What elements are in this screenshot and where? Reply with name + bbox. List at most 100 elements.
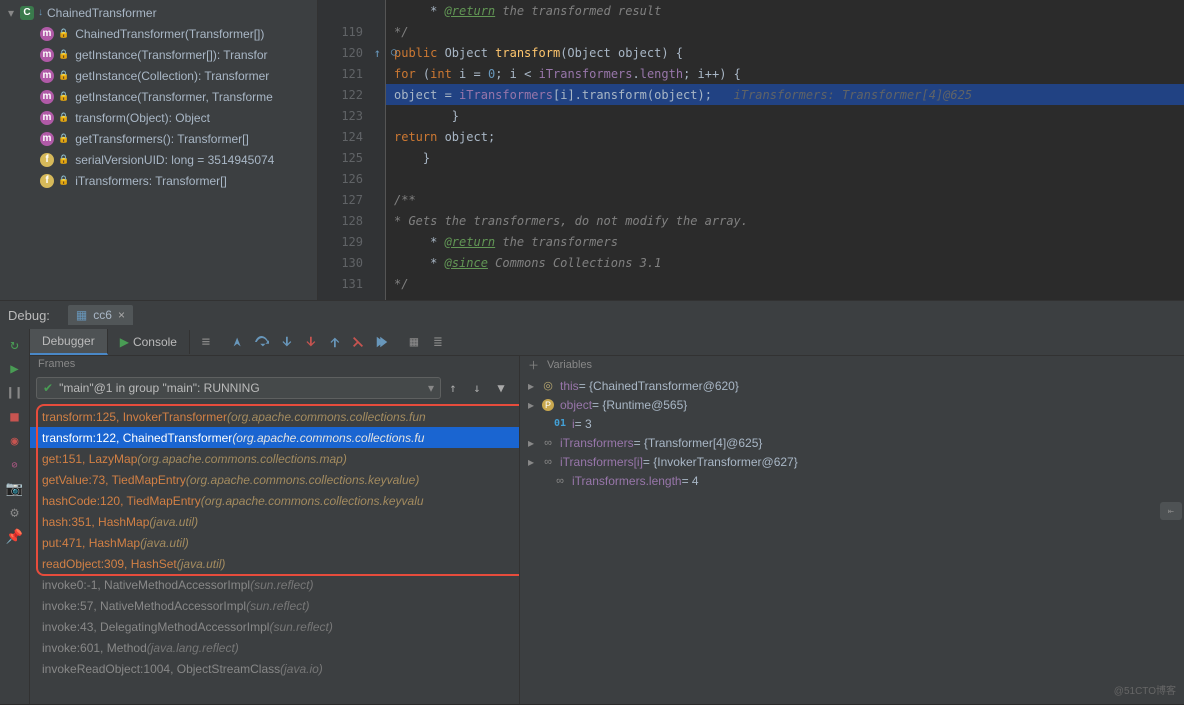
var-row[interactable]: ▸Pobject = {Runtime@565} — [520, 395, 1184, 414]
drop-frame-icon[interactable] — [346, 330, 370, 354]
frame-item[interactable]: invoke:601, Method (java.lang.reflect) — [30, 637, 519, 658]
frame-item[interactable]: get:151, LazyMap (org.apache.commons.col… — [30, 448, 519, 469]
line-number[interactable]: 119 — [318, 21, 385, 42]
editor-code[interactable]: * @return the transformed result */ publ… — [386, 0, 1184, 300]
tree-item[interactable]: m🔒getInstance(Transformer, Transforme — [0, 86, 317, 107]
tree-item[interactable]: m🔒getInstance(Collection): Transformer — [0, 65, 317, 86]
expand-icon[interactable] — [8, 6, 20, 20]
tab-console[interactable]: ▶Console — [108, 330, 190, 354]
play-icon: ▶ — [120, 335, 129, 349]
expand-icon[interactable]: ▸ — [528, 398, 540, 412]
line-number[interactable]: 127 — [318, 189, 385, 210]
tree-item[interactable]: m🔒getInstance(Transformer[]): Transfor — [0, 44, 317, 65]
var-row[interactable]: ▸∞iTransformers[i] = {InvokerTransformer… — [520, 452, 1184, 471]
frame-item[interactable]: hash:351, HashMap (java.util) — [30, 511, 519, 532]
line-number[interactable]: 131 — [318, 273, 385, 294]
frame-item[interactable]: invokeReadObject:1004, ObjectStreamClass… — [30, 658, 519, 679]
pin-icon[interactable]: 📌 — [5, 525, 25, 549]
tree-item[interactable]: m🔒ChainedTransformer(Transformer[]) — [0, 23, 317, 44]
prev-frame-icon[interactable]: ↑ — [441, 376, 465, 400]
tab-debugger[interactable]: Debugger — [30, 329, 108, 355]
var-row[interactable]: ▸◎this = {ChainedTransformer@620} — [520, 376, 1184, 395]
evaluate-icon[interactable]: ▦ — [402, 330, 426, 354]
frame-item[interactable]: getValue:73, TiedMapEntry (org.apache.co… — [30, 469, 519, 490]
mute-bp-icon[interactable]: ⊘ — [5, 453, 25, 477]
frame-list[interactable]: transform:125, InvokerTransformer (org.a… — [30, 402, 519, 704]
tree-item[interactable]: m🔒transform(Object): Object — [0, 107, 317, 128]
code-line[interactable]: return object; — [386, 126, 1184, 147]
expand-icon[interactable]: ▸ — [528, 455, 540, 469]
threads-icon[interactable]: ≡ — [194, 330, 218, 354]
line-number[interactable]: 130 — [318, 252, 385, 273]
override-up-icon[interactable]: ↑ — [374, 46, 381, 60]
force-step-into-icon[interactable] — [298, 330, 322, 354]
line-number[interactable]: 123 — [318, 105, 385, 126]
line-number[interactable]: 122 — [318, 84, 385, 105]
trace-icon[interactable]: ≣ — [426, 330, 450, 354]
code-line[interactable]: /** — [386, 189, 1184, 210]
tree-item[interactable]: f🔒serialVersionUID: long = 3514945074 — [0, 149, 317, 170]
var-list[interactable]: ▸◎this = {ChainedTransformer@620}▸Pobjec… — [520, 374, 1184, 492]
debug-run-tab[interactable]: ▦ cc6 × — [68, 305, 133, 325]
thread-selector[interactable]: ✔ "main"@1 in group "main": RUNNING ▾ — [36, 377, 441, 399]
frame-item[interactable]: hashCode:120, TiedMapEntry (org.apache.c… — [30, 490, 519, 511]
code-line[interactable]: * Gets the transformers, do not modify t… — [386, 210, 1184, 231]
code-line[interactable]: */ — [386, 21, 1184, 42]
method-icon: m — [40, 132, 54, 146]
tree-item[interactable]: f🔒iTransformers: Transformer[] — [0, 170, 317, 191]
frame-item[interactable]: transform:122, ChainedTransformer (org.a… — [30, 427, 519, 448]
code-line[interactable]: * @since Commons Collections 3.1 — [386, 252, 1184, 273]
expand-icon[interactable]: ▸ — [528, 436, 540, 450]
chevron-down-icon[interactable]: ▾ — [428, 381, 434, 395]
line-number[interactable]: 124 — [318, 126, 385, 147]
tree-item[interactable]: m🔒getTransformers(): Transformer[] — [0, 128, 317, 149]
camera-icon[interactable]: 📷 — [5, 477, 25, 501]
code-line[interactable]: } — [386, 105, 1184, 126]
show-exec-icon[interactable] — [226, 330, 250, 354]
frame-item[interactable]: transform:125, InvokerTransformer (org.a… — [30, 406, 519, 427]
line-number[interactable]: 129 — [318, 231, 385, 252]
line-number[interactable]: 121 — [318, 63, 385, 84]
expand-icon[interactable]: ▸ — [528, 379, 540, 393]
code-line[interactable] — [386, 168, 1184, 189]
code-line[interactable]: * @return the transformed result — [386, 0, 1184, 21]
close-icon[interactable]: × — [118, 308, 125, 322]
frame-item[interactable]: invoke:43, DelegatingMethodAccessorImpl … — [30, 616, 519, 637]
step-into-icon[interactable] — [274, 330, 298, 354]
add-watch-icon[interactable]: ＋ — [528, 357, 539, 373]
next-frame-icon[interactable]: ↓ — [465, 376, 489, 400]
code-line[interactable]: public Object transform(Object object) { — [386, 42, 1184, 63]
settings-icon[interactable]: ⚙ — [5, 501, 25, 525]
line-number[interactable]: 126 — [318, 168, 385, 189]
var-row[interactable]: ∞iTransformers.length = 4 — [520, 471, 1184, 490]
class-icon: C — [20, 6, 34, 20]
tree-root[interactable]: C ↓ ChainedTransformer — [0, 2, 317, 23]
var-row[interactable]: 01i = 3 — [520, 414, 1184, 433]
step-over-icon[interactable] — [250, 330, 274, 354]
code-line[interactable]: } — [386, 147, 1184, 168]
filter-icon[interactable]: ▼ — [489, 376, 513, 400]
pause-icon[interactable]: ❙❙ — [5, 381, 25, 405]
rerun-icon[interactable]: ↻ — [5, 333, 25, 357]
line-number[interactable]: 120↑◯ — [318, 42, 385, 63]
frame-item[interactable]: put:471, HashMap (java.util) — [30, 532, 519, 553]
code-line[interactable]: for (int i = 0; i < iTransformers.length… — [386, 63, 1184, 84]
resume-icon[interactable]: ▶ — [5, 357, 25, 381]
code-line[interactable]: */ — [386, 273, 1184, 294]
stop-icon[interactable]: ■ — [5, 405, 25, 429]
run-to-cursor-icon[interactable] — [370, 330, 394, 354]
code-line[interactable]: * @return the transformers — [386, 231, 1184, 252]
code-line[interactable]: object = iTransformers[i].transform(obje… — [386, 84, 1184, 105]
collapse-vars-icon[interactable]: ⇤ — [1160, 502, 1182, 520]
step-out-icon[interactable] — [322, 330, 346, 354]
frame-item[interactable]: invoke0:-1, NativeMethodAccessorImpl (su… — [30, 574, 519, 595]
line-number[interactable]: 128 — [318, 210, 385, 231]
frame-item[interactable]: readObject:309, HashSet (java.util) — [30, 553, 519, 574]
var-row[interactable]: ▸∞iTransformers = {Transformer[4]@625} — [520, 433, 1184, 452]
line-number[interactable]: 125 — [318, 147, 385, 168]
breakpoints-icon[interactable]: ◉ — [5, 429, 25, 453]
line-number[interactable] — [318, 0, 385, 21]
structure-tree[interactable]: C ↓ ChainedTransformer m🔒ChainedTransfor… — [0, 0, 318, 300]
code-editor[interactable]: 119120↑◯12112212312412512612712812913013… — [318, 0, 1184, 300]
frame-item[interactable]: invoke:57, NativeMethodAccessorImpl (sun… — [30, 595, 519, 616]
